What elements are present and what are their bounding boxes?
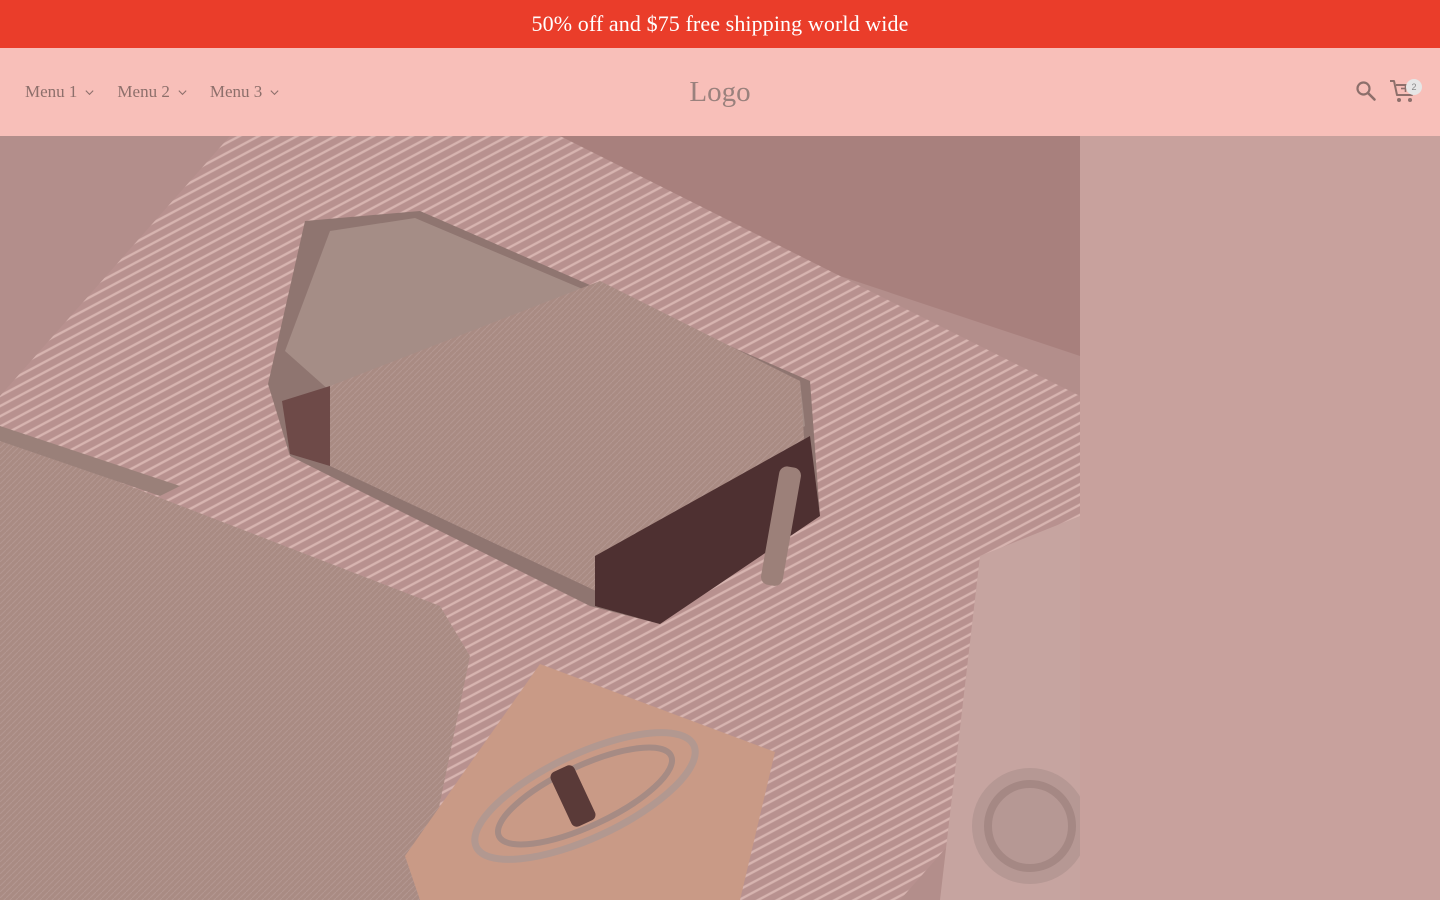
- hero-product-photo: [0, 136, 1080, 900]
- nav-menu-1-label: Menu 1: [25, 82, 78, 101]
- nav-menu-2[interactable]: Menu 2: [117, 82, 187, 102]
- hero-image: [0, 136, 1080, 900]
- cart-count-badge: 2: [1406, 79, 1422, 95]
- site-logo[interactable]: Logo: [620, 48, 820, 136]
- site-header: Menu 1 Menu 2 Menu 3 Logo: [0, 48, 1440, 136]
- logo-text: Logo: [689, 75, 751, 108]
- chevron-down-icon: [85, 89, 94, 95]
- main-nav: Menu 1 Menu 2 Menu 3: [25, 48, 280, 136]
- search-icon[interactable]: [1354, 79, 1378, 103]
- announcement-bar: 50% off and $75 free shipping world wide: [0, 0, 1440, 48]
- nav-menu-1[interactable]: Menu 1: [25, 82, 95, 102]
- chevron-down-icon: [178, 89, 187, 95]
- chevron-down-icon: [270, 89, 279, 95]
- nav-menu-2-label: Menu 2: [117, 82, 170, 101]
- hero-side-panel: [1080, 136, 1440, 900]
- announcement-text: 50% off and $75 free shipping world wide: [531, 11, 909, 36]
- nav-menu-3-label: Menu 3: [209, 82, 263, 101]
- nav-menu-3[interactable]: Menu 3: [210, 82, 280, 102]
